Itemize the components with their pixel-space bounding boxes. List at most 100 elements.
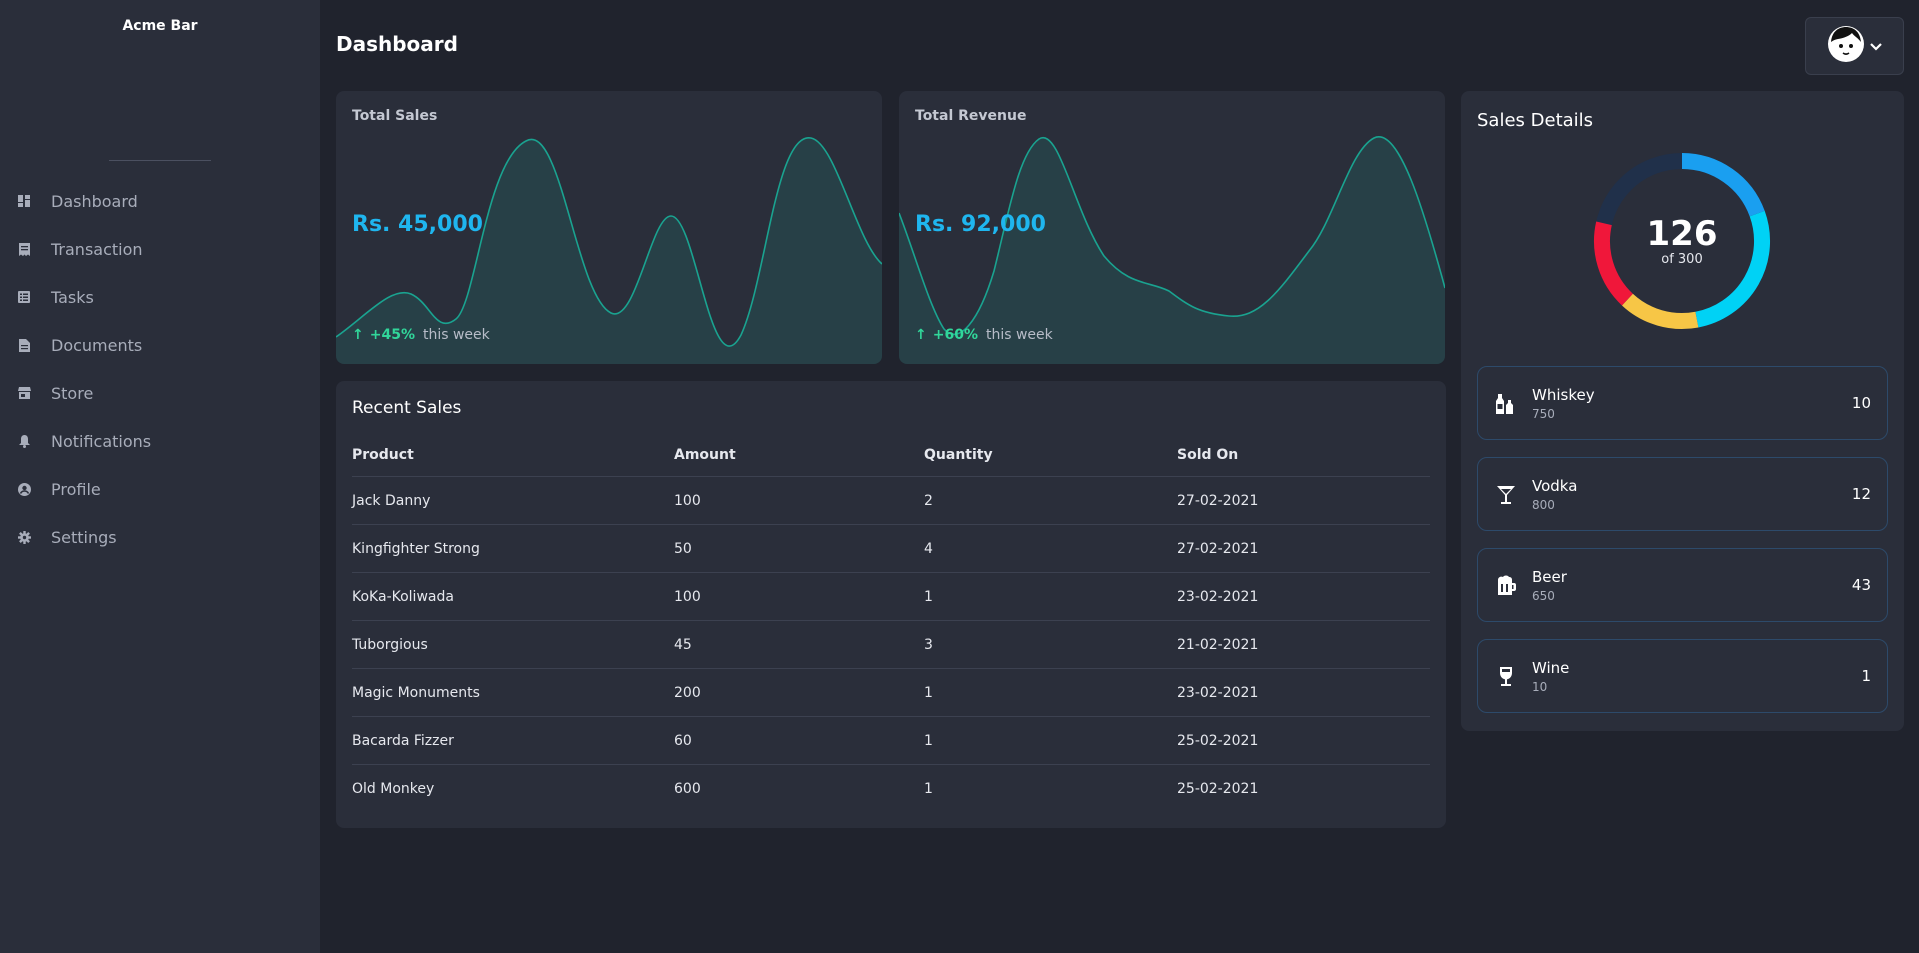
beer-mug-icon <box>1494 573 1518 597</box>
cell-sold-on: 23-02-2021 <box>1177 588 1259 605</box>
cell-amount: 50 <box>674 540 692 557</box>
detail-item-whiskey[interactable]: Whiskey 750 10 <box>1477 366 1888 440</box>
table-row: Jack Danny 100 2 27-02-2021 <box>352 477 1430 525</box>
card-delta: ↑ +45% this week <box>352 327 490 343</box>
list-icon <box>16 289 32 305</box>
detail-subvalue: 750 <box>1532 406 1555 421</box>
detail-subvalue: 650 <box>1532 588 1555 603</box>
cell-amount: 45 <box>674 636 692 653</box>
cell-quantity: 1 <box>924 588 933 605</box>
sidebar-item-label: Notifications <box>51 431 152 451</box>
card-title: Total Revenue <box>915 108 1027 124</box>
column-header: Product <box>352 446 414 463</box>
receipt-icon <box>16 241 32 257</box>
recent-sales-title: Recent Sales <box>352 398 462 418</box>
gear-icon <box>16 529 32 545</box>
column-header: Amount <box>674 446 736 463</box>
sidebar-item-dashboard[interactable]: Dashboard <box>0 177 320 225</box>
table-row: Tuborgious 45 3 21-02-2021 <box>352 621 1430 669</box>
detail-count: 43 <box>1851 576 1871 594</box>
delta-percent: +45% <box>369 327 415 343</box>
detail-name: Whiskey <box>1532 385 1595 404</box>
detail-count: 12 <box>1851 485 1871 503</box>
card-value: Rs. 92,000 <box>915 212 1046 237</box>
cell-sold-on: 23-02-2021 <box>1177 684 1259 701</box>
detail-item-vodka[interactable]: Vodka 800 12 <box>1477 457 1888 531</box>
donut-subtitle: of 300 <box>1661 251 1703 267</box>
cell-amount: 600 <box>674 781 701 797</box>
table-row: Old Monkey 600 1 25-02-2021 <box>352 765 1430 813</box>
bottles-icon <box>1494 391 1518 415</box>
sidebar-nav: Dashboard Transaction Tasks Documents St… <box>0 177 320 561</box>
cell-product: Old Monkey <box>352 781 435 797</box>
document-icon <box>16 337 32 353</box>
sidebar-item-label: Tasks <box>51 287 94 307</box>
cell-amount: 60 <box>674 732 692 749</box>
store-icon <box>16 385 32 401</box>
user-menu-button[interactable] <box>1805 17 1904 75</box>
delta-suffix: this week <box>422 327 490 343</box>
sidebar: Acme Bar Dashboard Transaction Tasks Doc… <box>0 0 320 953</box>
card-delta: ↑ +60% this week <box>915 327 1053 343</box>
cell-sold-on: 21-02-2021 <box>1177 636 1259 653</box>
sidebar-item-profile[interactable]: Profile <box>0 465 320 513</box>
cell-amount: 100 <box>674 492 701 509</box>
cell-sold-on: 25-02-2021 <box>1177 781 1259 797</box>
delta-percent: +60% <box>932 327 978 343</box>
sidebar-item-store[interactable]: Store <box>0 369 320 417</box>
sidebar-item-label: Settings <box>51 527 117 547</box>
column-header: Sold On <box>1177 446 1239 463</box>
cell-product: KoKa-Koliwada <box>352 588 454 605</box>
dashboard-icon <box>16 193 32 209</box>
cell-sold-on: 27-02-2021 <box>1177 492 1259 509</box>
table-row: Bacarda Fizzer 60 1 25-02-2021 <box>352 717 1430 765</box>
sales-details-title: Sales Details <box>1477 110 1594 131</box>
sidebar-item-settings[interactable]: Settings <box>0 513 320 561</box>
donut-value: 126 <box>1646 213 1718 254</box>
arrow-up-icon: ↑ <box>915 327 927 343</box>
cell-sold-on: 27-02-2021 <box>1177 540 1259 557</box>
detail-name: Vodka <box>1532 476 1578 495</box>
detail-item-beer[interactable]: Beer 650 43 <box>1477 548 1888 622</box>
detail-name: Wine <box>1532 658 1570 677</box>
sidebar-item-label: Dashboard <box>51 191 138 211</box>
brand-name: Acme Bar <box>122 18 198 34</box>
cell-quantity: 1 <box>924 684 933 701</box>
cell-amount: 200 <box>674 684 701 701</box>
cell-quantity: 1 <box>924 732 933 749</box>
table-header: Product Amount Quantity Sold On <box>352 437 1430 477</box>
sidebar-item-tasks[interactable]: Tasks <box>0 273 320 321</box>
recent-sales-card: Recent Sales Product Amount Quantity Sol… <box>336 381 1446 828</box>
arrow-up-icon: ↑ <box>352 327 364 343</box>
table-row: Magic Monuments 200 1 23-02-2021 <box>352 669 1430 717</box>
column-header: Quantity <box>924 446 993 463</box>
detail-count: 10 <box>1851 394 1871 412</box>
detail-name: Beer <box>1532 567 1567 586</box>
detail-count: 1 <box>1861 667 1871 685</box>
sidebar-divider <box>109 160 211 161</box>
cell-product: Magic Monuments <box>352 684 480 701</box>
bell-icon <box>16 433 32 449</box>
delta-suffix: this week <box>985 327 1053 343</box>
page-title: Dashboard <box>336 32 458 56</box>
sidebar-item-notifications[interactable]: Notifications <box>0 417 320 465</box>
sidebar-item-transaction[interactable]: Transaction <box>0 225 320 273</box>
sidebar-item-label: Profile <box>51 479 101 499</box>
wine-glass-icon <box>1494 664 1518 688</box>
sidebar-item-documents[interactable]: Documents <box>0 321 320 369</box>
sales-details-card: Sales Details 126 of 300 Whiskey 750 10 … <box>1461 91 1904 731</box>
cell-quantity: 2 <box>924 492 933 509</box>
sidebar-item-label: Store <box>51 383 94 403</box>
detail-subvalue: 800 <box>1532 497 1555 512</box>
sidebar-item-label: Transaction <box>51 239 143 259</box>
cell-quantity: 1 <box>924 781 933 797</box>
user-icon <box>16 481 32 497</box>
cell-sold-on: 25-02-2021 <box>1177 732 1259 749</box>
cell-amount: 100 <box>674 588 701 605</box>
cell-product: Tuborgious <box>352 636 428 653</box>
sidebar-item-label: Documents <box>51 335 143 355</box>
detail-item-wine[interactable]: Wine 10 1 <box>1477 639 1888 713</box>
avatar <box>1827 25 1865 67</box>
detail-subvalue: 10 <box>1532 679 1548 694</box>
cell-quantity: 4 <box>924 540 933 557</box>
